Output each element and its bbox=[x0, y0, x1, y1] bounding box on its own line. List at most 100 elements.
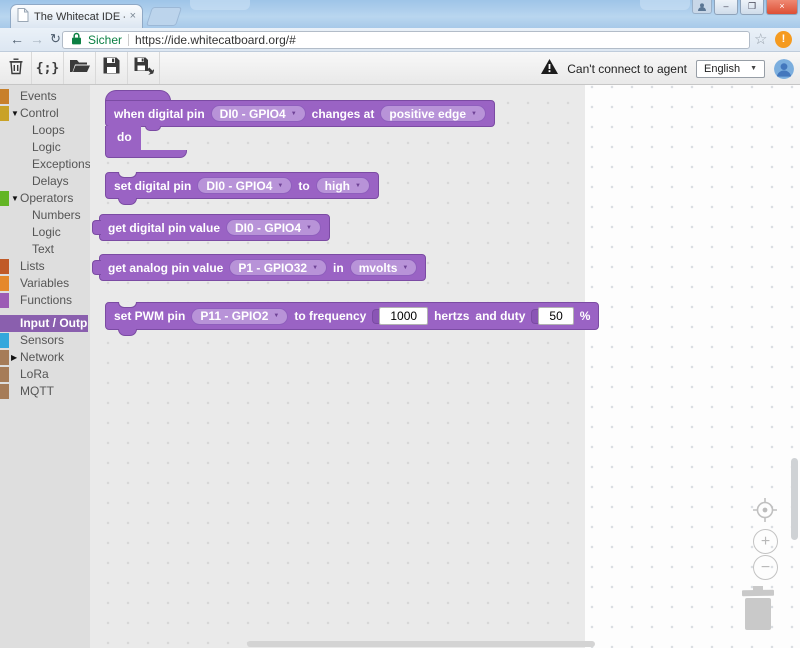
browser-menu-update-icon[interactable]: ! bbox=[775, 31, 792, 48]
open-file-button[interactable] bbox=[64, 52, 96, 84]
block-number-input[interactable]: 1000 bbox=[372, 307, 428, 325]
block-dropdown[interactable]: high ▼ bbox=[316, 177, 370, 194]
sidebar-item-sensors[interactable]: Sensors bbox=[0, 332, 90, 349]
block-dropdown[interactable]: mvolts▼ bbox=[350, 259, 418, 276]
zoom-in-button[interactable]: + bbox=[753, 529, 778, 554]
sidebar-item-logic[interactable]: Logic bbox=[0, 139, 90, 156]
new-tab-button[interactable] bbox=[146, 7, 182, 26]
block-label: set PWM pin bbox=[114, 309, 185, 323]
block-row: get digital pin valueDI0 - GPIO4▼ bbox=[99, 214, 330, 241]
block-label: and duty bbox=[475, 309, 525, 323]
number-field[interactable]: 1000 bbox=[379, 307, 428, 325]
maximize-button[interactable]: ❐ bbox=[740, 0, 764, 15]
sidebar-item-mqtt[interactable]: MQTT bbox=[0, 383, 90, 400]
category-label: MQTT bbox=[0, 383, 90, 400]
number-field[interactable]: 50 bbox=[538, 307, 573, 325]
chevron-down-icon: ▼ bbox=[11, 105, 19, 122]
block-dropdown-value: DI0 - GPIO4 bbox=[235, 221, 301, 235]
sidebar-item-logic[interactable]: Logic bbox=[0, 224, 90, 241]
horizontal-scrollbar[interactable] bbox=[247, 641, 595, 647]
sidebar-item-events[interactable]: Events bbox=[0, 88, 90, 105]
sidebar-item-exceptions[interactable]: Exceptions bbox=[0, 156, 90, 173]
block-dropdown[interactable]: DI0 - GPIO4 ▼ bbox=[211, 105, 306, 122]
category-color-swatch bbox=[0, 333, 9, 348]
url-text: https://ide.whitecatboard.org/# bbox=[135, 33, 296, 47]
block-do-column: do bbox=[105, 126, 141, 151]
profile-button[interactable] bbox=[692, 0, 712, 14]
block-dropdown[interactable]: DI0 - GPIO4▼ bbox=[226, 219, 321, 236]
zoom-out-button[interactable]: − bbox=[753, 555, 778, 580]
category-label: Sensors bbox=[0, 332, 90, 349]
language-select[interactable]: English ▼ bbox=[696, 60, 765, 78]
category-label: Loops bbox=[0, 122, 90, 139]
block-value-2[interactable]: get digital pin valueDI0 - GPIO4▼ bbox=[99, 214, 330, 241]
category-color-swatch bbox=[0, 89, 9, 104]
zoom-reset-button[interactable] bbox=[752, 497, 778, 523]
sidebar-item-delays[interactable]: Delays bbox=[0, 173, 90, 190]
workspace-trash-icon[interactable] bbox=[740, 585, 776, 631]
block-dropdown[interactable]: positive edge▼ bbox=[380, 105, 486, 122]
secure-label: Sicher bbox=[88, 33, 122, 47]
sidebar-item-loops[interactable]: Loops bbox=[0, 122, 90, 139]
block-stmt-4[interactable]: set PWM pinP11 - GPIO2▼to frequency1000h… bbox=[105, 302, 599, 330]
workspace-canvas[interactable]: when digital pinDI0 - GPIO4▼changes atpo… bbox=[90, 85, 800, 648]
folder-icon bbox=[69, 57, 91, 80]
address-bar[interactable]: Sicher https://ide.whitecatboard.org/# bbox=[62, 31, 750, 49]
slot-notch bbox=[145, 126, 161, 131]
back-button[interactable]: ← bbox=[10, 30, 24, 48]
sidebar-item-numbers[interactable]: Numbers bbox=[0, 207, 90, 224]
category-label: LoRa bbox=[0, 366, 90, 383]
block-label: to frequency bbox=[294, 309, 366, 323]
chevron-down-icon: ▼ bbox=[277, 183, 283, 189]
block-bottom-arm bbox=[105, 150, 187, 158]
close-button[interactable]: × bbox=[766, 0, 798, 15]
sidebar-item-lists[interactable]: Lists bbox=[0, 258, 90, 275]
sidebar-item-operators[interactable]: ▼Operators bbox=[0, 190, 90, 207]
minimize-button[interactable]: – bbox=[714, 0, 738, 15]
show-code-button[interactable]: {;} bbox=[32, 52, 64, 84]
block-dropdown[interactable]: DI0 - GPIO4▼ bbox=[197, 177, 292, 194]
block-dropdown-value: high bbox=[325, 179, 350, 193]
user-avatar[interactable] bbox=[774, 59, 794, 79]
tab-close-icon[interactable]: × bbox=[130, 11, 136, 22]
language-value: English bbox=[704, 63, 740, 75]
chevron-right-icon: ▶ bbox=[11, 349, 17, 366]
block-row: get analog pin valueP1 - GPIO32▼inmvolts… bbox=[99, 254, 426, 281]
save-icon bbox=[102, 56, 121, 80]
block-dropdown[interactable]: P11 - GPIO2▼ bbox=[191, 308, 288, 325]
block-dropdown-value: DI0 - GPIO4 bbox=[220, 107, 286, 121]
block-number-input[interactable]: 50 bbox=[531, 307, 573, 325]
browser-window: The Whitecat IDE - alpha × – ❐ × ← → ↻ S… bbox=[0, 0, 800, 648]
sidebar-item-input-output[interactable]: Input / Output bbox=[0, 315, 88, 332]
vertical-scrollbar[interactable] bbox=[791, 458, 798, 540]
block-row: when digital pinDI0 - GPIO4▼changes atpo… bbox=[105, 100, 495, 127]
block-value-3[interactable]: get analog pin valueP1 - GPIO32▼inmvolts… bbox=[99, 254, 426, 281]
sidebar-item-text[interactable]: Text bbox=[0, 241, 90, 258]
chevron-down-icon: ▼ bbox=[291, 111, 297, 117]
sidebar-item-functions[interactable]: Functions bbox=[0, 292, 90, 309]
save-to-board-button[interactable] bbox=[128, 52, 160, 84]
block-label: in bbox=[333, 261, 344, 275]
sidebar-item-lora[interactable]: LoRa bbox=[0, 366, 90, 383]
browser-tab[interactable]: The Whitecat IDE - alpha × bbox=[10, 4, 143, 28]
forward-button[interactable]: → bbox=[30, 30, 44, 48]
block-dropdown[interactable]: P1 - GPIO32▼ bbox=[229, 259, 327, 276]
chevron-down-icon: ▼ bbox=[355, 183, 361, 189]
chevron-down-icon: ▼ bbox=[273, 313, 279, 319]
sidebar-item-network[interactable]: ▶Network bbox=[0, 349, 90, 366]
save-button[interactable] bbox=[96, 52, 128, 84]
bookmark-star-icon[interactable]: ☆ bbox=[754, 31, 767, 49]
tab-title: The Whitecat IDE - alpha bbox=[34, 11, 125, 23]
save-as-icon bbox=[133, 56, 154, 81]
block-label: to bbox=[298, 179, 309, 193]
input-socket bbox=[531, 309, 538, 324]
category-label: Delays bbox=[0, 173, 90, 190]
sidebar-item-variables[interactable]: Variables bbox=[0, 275, 90, 292]
delete-program-button[interactable] bbox=[0, 52, 32, 84]
reload-button[interactable]: ↻ bbox=[50, 30, 61, 48]
category-label: Exceptions bbox=[0, 156, 90, 173]
secure-lock-icon bbox=[71, 32, 82, 48]
block-stmt-1[interactable]: set digital pinDI0 - GPIO4▼tohigh▼ bbox=[105, 172, 379, 199]
sidebar-item-control[interactable]: ▼Control bbox=[0, 105, 90, 122]
block-hat-0[interactable]: when digital pinDI0 - GPIO4▼changes atpo… bbox=[105, 90, 495, 158]
